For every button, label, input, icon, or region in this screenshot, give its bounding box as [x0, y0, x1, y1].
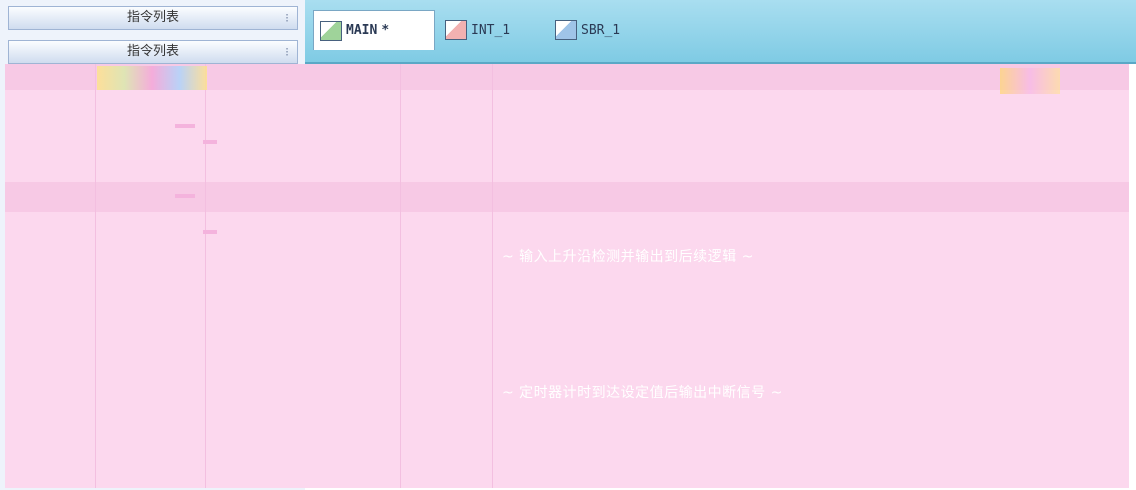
panel-grip-icon[interactable]: ⁝ [285, 7, 289, 29]
column-divider [95, 64, 96, 488]
selection-artifact [1000, 68, 1060, 94]
instruction-list-header-secondary[interactable]: 指令列表 ⁝ [8, 40, 298, 64]
tab-main-label: MAIN [346, 23, 378, 38]
instruction-list-header[interactable]: 指令列表 ⁝ [8, 6, 298, 30]
selection-artifact [97, 66, 207, 90]
editor-band [5, 182, 1129, 212]
panel-grip-icon[interactable]: ⁝ [285, 41, 289, 63]
ladder-program-icon [320, 20, 342, 41]
column-divider [400, 64, 401, 488]
tab-main[interactable]: MAIN * [313, 10, 435, 50]
contact-marker [175, 194, 195, 198]
tab-sbr-label: SBR_1 [581, 22, 621, 38]
network-comment-1[interactable]: ~ 输入上升沿检测并输出到后续逻辑 ~ [502, 246, 754, 266]
interrupt-routine-icon [445, 20, 467, 40]
tab-int-label: INT_1 [471, 22, 511, 38]
tab-sbr-1[interactable]: SBR_1 [555, 10, 620, 50]
program-tab-strip: MAIN * INT_1 SBR_1 [305, 0, 1136, 64]
contact-marker [175, 124, 195, 128]
column-divider [492, 64, 493, 488]
contact-marker [203, 230, 217, 234]
tab-int-1[interactable]: INT_1 [445, 10, 510, 50]
subroutine-icon [555, 20, 577, 40]
ladder-editor[interactable]: ~ 输入上升沿检测并输出到后续逻辑 ~ ~ 定时器计时到达设定值后输出中断信号 … [5, 64, 1129, 488]
contact-marker [203, 140, 217, 144]
instruction-list-title-secondary: 指令列表 [126, 44, 179, 59]
tab-modified-mark: * [381, 23, 390, 38]
instruction-list-title: 指令列表 [126, 10, 179, 25]
column-divider [205, 64, 206, 488]
network-comment-2[interactable]: ~ 定时器计时到达设定值后输出中断信号 ~ [502, 382, 783, 402]
